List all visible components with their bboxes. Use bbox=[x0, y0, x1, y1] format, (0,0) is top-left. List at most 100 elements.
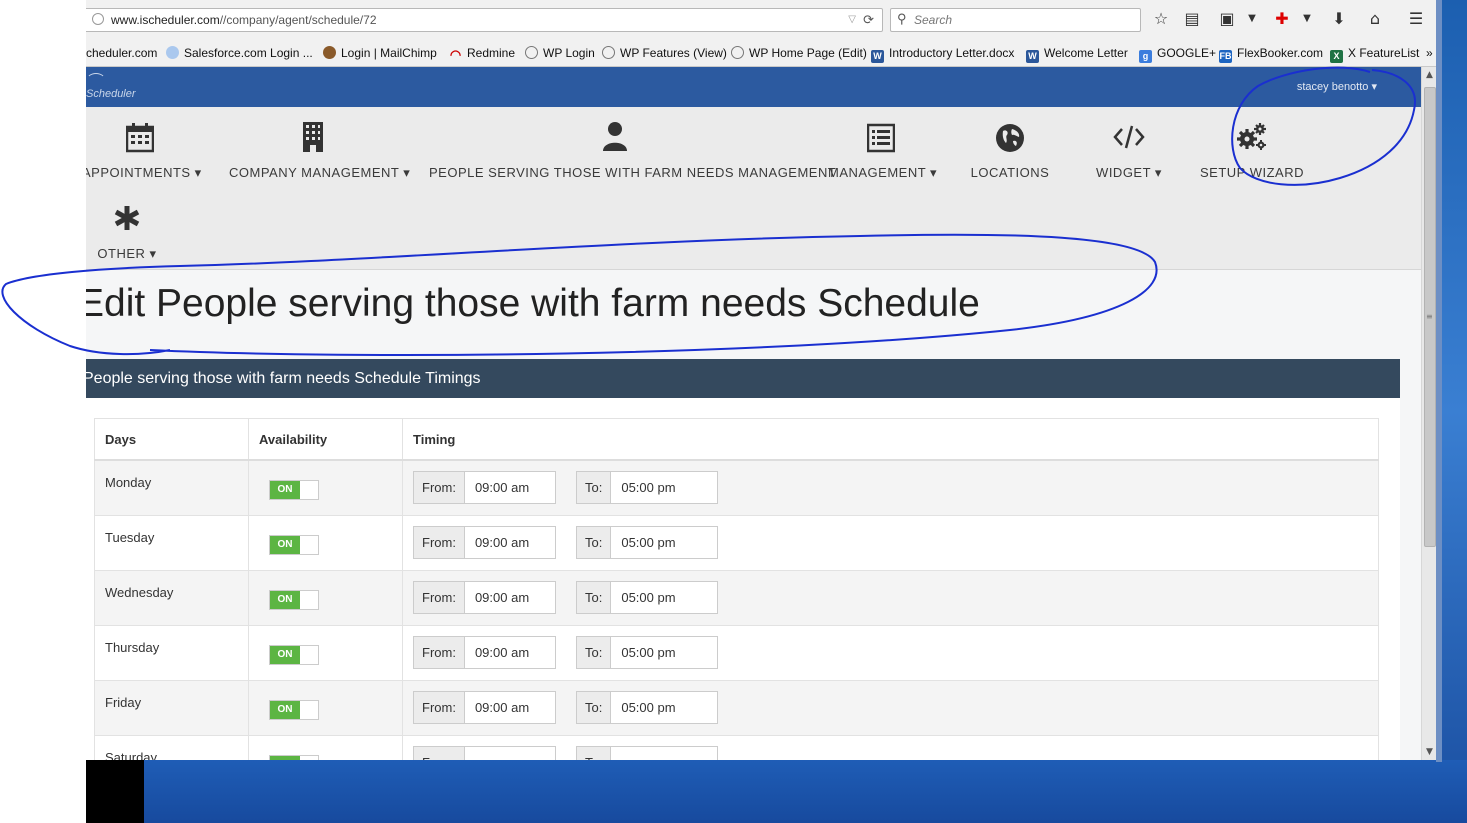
to-time-group: To: 05:00 pm bbox=[576, 526, 718, 559]
timing-cell: From: To: bbox=[413, 736, 1368, 760]
word-icon: W bbox=[1026, 50, 1039, 63]
bookmark-item[interactable]: W Introductory Letter.docx bbox=[871, 46, 1014, 63]
search-input[interactable]: ⚲ Search bbox=[890, 8, 1141, 32]
table-row: Friday ON From: 09:00 am To: 05:00 pm bbox=[94, 680, 1379, 736]
bookmark-item[interactable]: cheduler.com bbox=[86, 46, 157, 60]
address-bar[interactable]: www.ischeduler.com//company/agent/schedu… bbox=[86, 8, 883, 32]
day-label: Thursday bbox=[105, 640, 160, 655]
addon-icon[interactable]: ✚ bbox=[1271, 8, 1293, 30]
from-time-input[interactable]: 09:00 am bbox=[465, 582, 539, 613]
to-time-input[interactable]: 05:00 pm bbox=[611, 472, 685, 503]
bookmark-item[interactable]: WP Home Page (Edit) bbox=[731, 46, 867, 60]
from-time-group: From: 09:00 am bbox=[413, 581, 556, 614]
bookmark-item[interactable]: FB FlexBooker.com bbox=[1219, 46, 1323, 63]
bookmark-item[interactable]: ◠ Redmine bbox=[449, 46, 515, 61]
menu-people-serving-management[interactable]: PEOPLE SERVING THOSE WITH FARM NEEDS MAN… bbox=[429, 121, 836, 180]
from-time-group: From: 09:00 am bbox=[413, 526, 556, 559]
table-row: Monday ON From: 09:00 am To: 05:00 pm bbox=[94, 459, 1379, 516]
menu-widget[interactable]: WIDGET ▾ bbox=[1086, 121, 1172, 181]
building-icon bbox=[303, 122, 323, 152]
to-time-input[interactable]: 05:00 pm bbox=[611, 527, 685, 558]
scrollbar-grip-icon: ≡ bbox=[1426, 312, 1433, 321]
from-time-input[interactable]: 09:00 am bbox=[465, 692, 539, 723]
bookmark-item[interactable]: W Welcome Letter bbox=[1026, 46, 1128, 63]
bookmark-item[interactable]: WP Login bbox=[525, 46, 595, 60]
day-label: Tuesday bbox=[105, 530, 155, 545]
bookmarks-overflow-button[interactable]: » bbox=[1426, 46, 1433, 60]
scroll-up-icon[interactable]: ▲ bbox=[1426, 70, 1433, 80]
site-identity-icon[interactable] bbox=[92, 13, 104, 25]
to-time-input[interactable]: 05:00 pm bbox=[611, 582, 685, 613]
bookmarks-bar: cheduler.com Salesforce.com Login ... Lo… bbox=[86, 41, 1440, 67]
cloud-icon bbox=[166, 46, 179, 59]
menu-company-management[interactable]: COMPANY MANAGEMENT ▾ bbox=[229, 121, 410, 181]
panel-body: Days Availability Timing Monday ON From:… bbox=[86, 398, 1400, 760]
availability-toggle[interactable]: ON bbox=[269, 700, 319, 720]
menu-setup-wizard[interactable]: SETUP WIZARD bbox=[1196, 121, 1308, 180]
word-icon: W bbox=[871, 50, 884, 63]
app-header: Scheduler stacey benotto ▾ bbox=[86, 67, 1421, 107]
bookmark-item[interactable]: XX FeatureList bbox=[1330, 46, 1419, 63]
to-time-group: To: 05:00 pm bbox=[576, 691, 718, 724]
to-time-group: To: 05:00 pm bbox=[576, 581, 718, 614]
flexbooker-icon: FB bbox=[1219, 50, 1232, 63]
app-page: Scheduler stacey benotto ▾ APPOINTMENTS … bbox=[86, 67, 1421, 760]
app-logo[interactable]: Scheduler bbox=[86, 73, 138, 105]
from-time-input[interactable]: 09:00 am bbox=[465, 472, 539, 503]
availability-toggle[interactable]: ON bbox=[269, 480, 319, 500]
availability-toggle[interactable]: ON bbox=[269, 590, 319, 610]
save-dropdown-icon[interactable]: ▼ bbox=[1241, 8, 1263, 30]
bookmark-item[interactable]: WP Features (View) bbox=[602, 46, 727, 60]
menu-other[interactable]: OTHER ▾ bbox=[92, 202, 162, 262]
google-plus-icon: g bbox=[1139, 50, 1152, 63]
scroll-down-icon[interactable]: ▼ bbox=[1426, 747, 1433, 757]
bookmark-star-icon[interactable]: ☆ bbox=[1150, 8, 1172, 30]
from-time-group: From: bbox=[413, 746, 556, 760]
panel-title: People serving those with farm needs Sch… bbox=[86, 370, 481, 387]
table-row: Saturday ON From: To: bbox=[94, 735, 1379, 760]
timing-cell: From: 09:00 am To: 05:00 pm bbox=[413, 461, 1368, 515]
table-row: Tuesday ON From: 09:00 am To: 05:00 pm bbox=[94, 515, 1379, 571]
from-time-group: From: 09:00 am bbox=[413, 691, 556, 724]
to-time-input[interactable] bbox=[611, 747, 631, 760]
history-dropdown-icon[interactable]: ▽ bbox=[848, 9, 856, 31]
gears-icon bbox=[1237, 123, 1266, 150]
day-label: Saturday bbox=[105, 750, 158, 760]
availability-toggle[interactable]: ON bbox=[269, 755, 319, 760]
table-row: Wednesday ON From: 09:00 am To: 05:00 pm bbox=[94, 570, 1379, 626]
availability-toggle[interactable]: ON bbox=[269, 645, 319, 665]
from-time-input[interactable] bbox=[465, 747, 485, 760]
wp-icon bbox=[525, 46, 538, 59]
wp-icon bbox=[731, 46, 744, 59]
save-icon[interactable]: ▣ bbox=[1216, 8, 1238, 30]
desktop-dark-area bbox=[86, 760, 144, 823]
menu-icon[interactable]: ☰ bbox=[1405, 8, 1427, 30]
to-time-input[interactable]: 05:00 pm bbox=[611, 637, 685, 668]
bookmark-item[interactable]: Salesforce.com Login ... bbox=[166, 46, 313, 60]
column-header-timing: Timing bbox=[402, 418, 1379, 461]
bookmark-item[interactable]: Login | MailChimp bbox=[323, 46, 437, 60]
code-icon bbox=[1113, 125, 1145, 149]
to-time-group: To: 05:00 pm bbox=[576, 636, 718, 669]
availability-toggle[interactable]: ON bbox=[269, 535, 319, 555]
user-menu[interactable]: stacey benotto ▾ bbox=[1297, 80, 1377, 93]
home-icon[interactable]: ⌂ bbox=[1364, 8, 1386, 30]
menu-management[interactable]: MANAGEMENT ▾ bbox=[828, 121, 937, 181]
page-title: Edit People serving those with farm need… bbox=[86, 282, 980, 325]
bookmark-item[interactable]: g GOOGLE+ bbox=[1139, 46, 1216, 63]
day-label: Friday bbox=[105, 695, 142, 710]
reload-icon[interactable]: ⟳ bbox=[863, 9, 874, 31]
from-time-input[interactable]: 09:00 am bbox=[465, 527, 539, 558]
addon-dropdown-icon[interactable]: ▼ bbox=[1296, 8, 1318, 30]
menu-locations[interactable]: LOCATIONS bbox=[962, 121, 1058, 180]
menu-appointments[interactable]: APPOINTMENTS ▾ bbox=[86, 121, 201, 181]
search-icon: ⚲ bbox=[897, 11, 907, 26]
logo-arc-icon bbox=[86, 73, 106, 89]
reading-list-icon[interactable]: ▤ bbox=[1181, 8, 1203, 30]
timing-cell: From: 09:00 am To: 05:00 pm bbox=[413, 571, 1368, 625]
to-time-input[interactable]: 05:00 pm bbox=[611, 692, 685, 723]
globe-icon bbox=[996, 124, 1024, 152]
address-text: www.ischeduler.com//company/agent/schedu… bbox=[111, 13, 377, 27]
downloads-icon[interactable]: ⬇ bbox=[1328, 8, 1350, 30]
from-time-input[interactable]: 09:00 am bbox=[465, 637, 539, 668]
